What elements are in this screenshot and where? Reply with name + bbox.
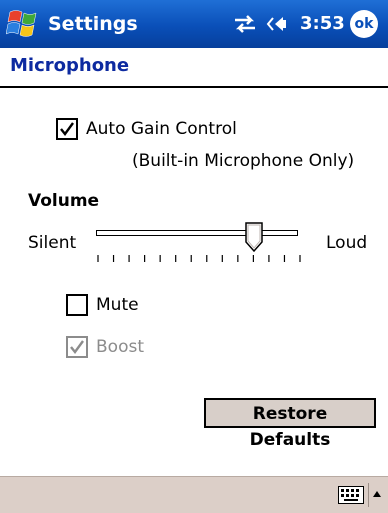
volume-slider-track[interactable] (96, 230, 298, 236)
auto-gain-note: (Built-in Microphone Only) (132, 151, 355, 171)
clock-time[interactable]: 3:53 (300, 10, 345, 38)
menu-bar (0, 476, 388, 513)
title-bar: Settings 3:53 ok (0, 0, 388, 48)
mute-checkbox[interactable] (66, 294, 88, 316)
auto-gain-checkbox[interactable] (56, 118, 78, 140)
boost-label[interactable]: Boost (96, 336, 144, 358)
volume-min-label: Silent (28, 233, 77, 253)
volume-max-label: Loud (326, 233, 368, 253)
window-title: Settings (48, 13, 138, 35)
restore-defaults-button[interactable]: Restore Defaults (204, 398, 376, 450)
windows-start-icon[interactable] (5, 6, 44, 42)
auto-gain-label[interactable]: Auto Gain Control (86, 118, 237, 140)
volume-slider-thumb[interactable] (245, 222, 263, 253)
page-title: Microphone (10, 55, 130, 76)
keyboard-icon[interactable] (338, 486, 364, 504)
boost-checkbox[interactable] (66, 336, 88, 358)
speaker-icon[interactable] (266, 12, 294, 36)
checkmark-icon (70, 340, 84, 354)
header-divider (0, 86, 388, 88)
mute-label[interactable]: Mute (96, 294, 139, 316)
checkmark-icon (60, 122, 74, 136)
input-panel-arrow-icon[interactable] (368, 483, 385, 507)
connectivity-icon[interactable] (232, 12, 258, 36)
ok-button[interactable]: ok (350, 10, 378, 38)
volume-slider-ticks (97, 255, 301, 262)
volume-heading: Volume (28, 191, 100, 211)
